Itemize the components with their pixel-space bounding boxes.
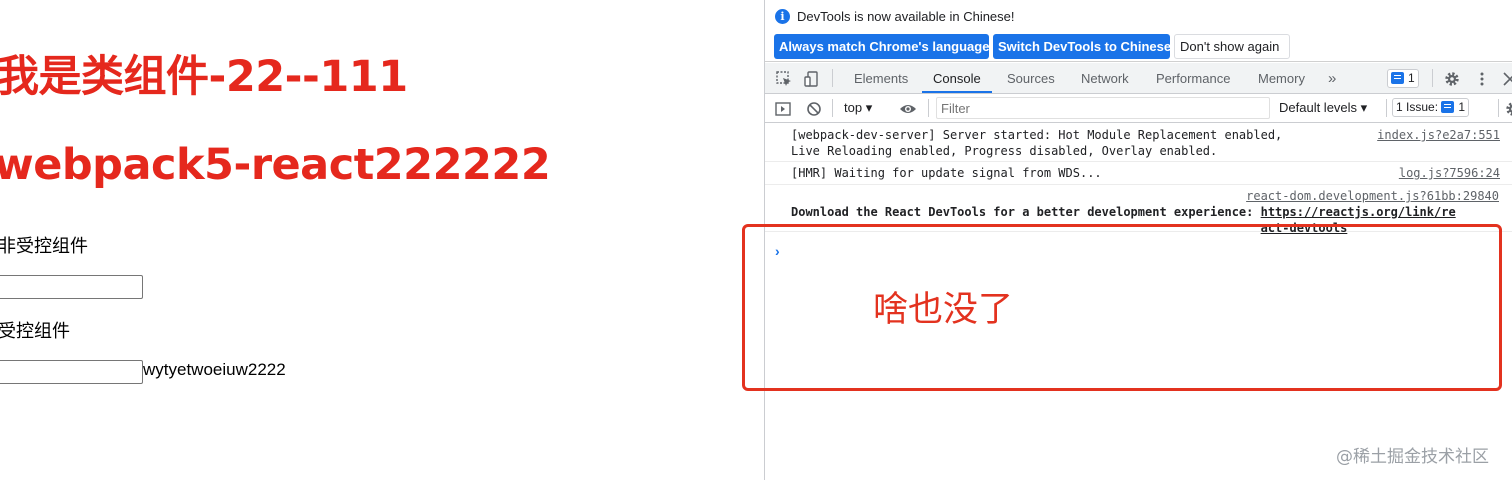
controlled-input[interactable]: [0, 360, 143, 384]
app-page: 我是类组件-22--111 webpack5-react222222 非受控组件…: [0, 0, 764, 480]
device-toolbar-icon[interactable]: [803, 70, 821, 88]
tabbar-divider: [1432, 69, 1433, 87]
console-messages: index.js?e2a7:551 [webpack-dev-server] S…: [765, 124, 1512, 235]
issues-label: 1 Issue:: [1396, 100, 1439, 114]
toolbar-divider: [832, 99, 833, 117]
class-component-heading: 我是类组件-22--111: [0, 52, 408, 102]
tab-memory[interactable]: Memory: [1258, 63, 1305, 93]
message-source-link[interactable]: index.js?e2a7:551: [1377, 127, 1500, 143]
app-heading: webpack5-react222222: [0, 140, 551, 190]
message-text: [HMR] Waiting for update signal from WDS…: [791, 166, 1102, 180]
uncontrolled-input[interactable]: [0, 275, 143, 299]
settings-gear-icon[interactable]: [1443, 70, 1461, 88]
log-levels-dropdown[interactable]: Default levels ▾: [1279, 100, 1367, 116]
info-icon: i: [775, 9, 790, 24]
toolbar-divider: [928, 99, 929, 117]
toolbar-divider: [1498, 99, 1499, 117]
console-settings-gear-icon[interactable]: [1504, 100, 1512, 118]
devtools-panel: i DevTools is now available in Chinese! …: [764, 0, 1512, 480]
controlled-label: 受控组件: [0, 321, 70, 342]
dont-show-again-button[interactable]: Don't show again: [1174, 34, 1290, 59]
dropdown-arrow-icon: ▾: [865, 100, 873, 115]
tab-performance[interactable]: Performance: [1156, 63, 1230, 93]
match-language-button[interactable]: Always match Chrome's language: [774, 34, 989, 59]
infobar-message: DevTools is now available in Chinese!: [797, 9, 1015, 24]
clear-console-icon[interactable]: [805, 100, 823, 118]
tab-network[interactable]: Network: [1081, 63, 1129, 93]
annotation-text: 啥也没了: [873, 290, 1014, 330]
context-value: top: [844, 100, 863, 115]
more-options-icon[interactable]: [1473, 70, 1491, 88]
language-infobar: i DevTools is now available in Chinese! …: [765, 0, 1512, 62]
message-count: 1: [1408, 71, 1415, 85]
live-expression-eye-icon[interactable]: [899, 100, 917, 118]
close-devtools-icon[interactable]: [1501, 70, 1512, 88]
message-text: [webpack-dev-server] Server started: Hot…: [791, 128, 1283, 158]
issue-count: 1: [1458, 100, 1466, 114]
console-prompt-icon[interactable]: ›: [775, 243, 780, 259]
issues-badge[interactable]: 1 Issue: 1: [1392, 98, 1470, 117]
context-selector[interactable]: top ▾: [844, 100, 872, 116]
devtools-tabbar: Elements Console Sources Network Perform…: [765, 63, 1512, 94]
console-message: index.js?e2a7:551 [webpack-dev-server] S…: [765, 124, 1512, 162]
react-devtools-link[interactable]: https://reactjs.org/link/react-devtools: [1261, 204, 1457, 236]
message-icon: [1391, 72, 1404, 84]
message-source-link[interactable]: react-dom.development.js?61bb:29840: [791, 188, 1499, 204]
console-message: react-dom.development.js?61bb:29840 Down…: [765, 185, 1512, 235]
message-text: Download the React DevTools for a better…: [791, 205, 1261, 219]
levels-value: Default levels: [1279, 100, 1358, 115]
console-filter-input[interactable]: [936, 97, 1270, 119]
messages-badge[interactable]: 1: [1387, 69, 1419, 88]
switch-language-button[interactable]: Switch DevTools to Chinese: [993, 34, 1171, 59]
toolbar-divider: [1386, 99, 1387, 117]
dropdown-arrow-icon: ▾: [1360, 100, 1368, 115]
tabbar-divider: [832, 69, 833, 87]
controlled-value-text: wytyetwoeiuw2222: [143, 360, 286, 379]
console-toolbar: top ▾ Default levels ▾ 1 Issue: 1: [765, 94, 1512, 123]
tab-sources[interactable]: Sources: [1007, 63, 1055, 93]
tab-elements[interactable]: Elements: [854, 63, 908, 93]
inspect-element-icon[interactable]: [775, 70, 793, 88]
issue-icon: [1441, 101, 1455, 113]
message-source-link[interactable]: log.js?7596:24: [1399, 165, 1500, 181]
sidebar-toggle-icon[interactable]: [774, 100, 792, 118]
watermark: @稀土掘金技术社区: [1336, 447, 1489, 467]
uncontrolled-label: 非受控组件: [0, 236, 88, 257]
console-message: log.js?7596:24 [HMR] Waiting for update …: [765, 162, 1512, 185]
more-tabs-button[interactable]: »: [1328, 63, 1336, 93]
tab-console[interactable]: Console: [922, 63, 992, 93]
